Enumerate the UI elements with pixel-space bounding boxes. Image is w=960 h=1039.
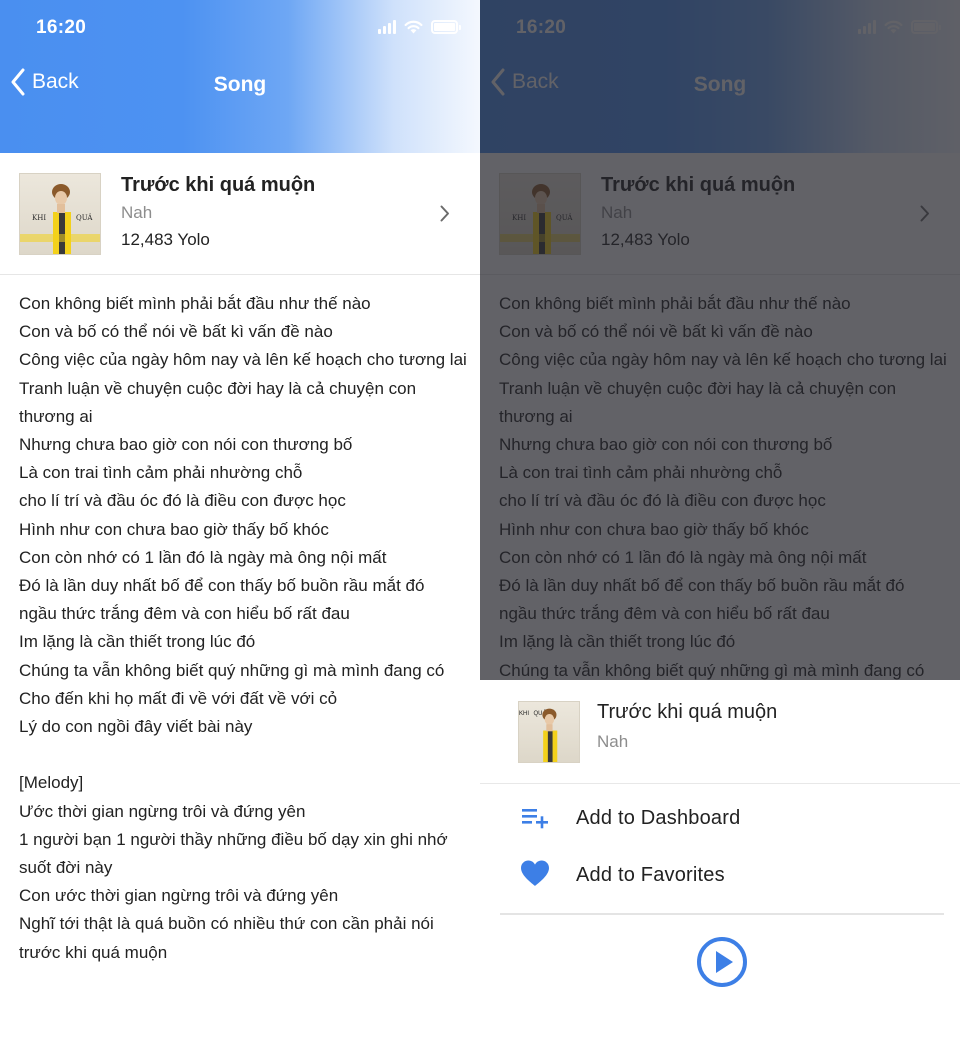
album-cover: KHI QUÁ (518, 701, 580, 763)
song-artist: Nah (121, 203, 153, 222)
play-circle-icon[interactable] (696, 936, 748, 988)
sheet-song-artist: Nah (597, 732, 629, 751)
sheet-divider (500, 913, 944, 915)
cover-text-left: KHI (519, 711, 530, 717)
cover-art-figure (542, 708, 558, 762)
playlist-add-icon (522, 809, 548, 829)
heart-icon (521, 860, 549, 886)
play-count: 12,483 Yolo (121, 230, 210, 249)
chevron-right-icon (440, 205, 449, 222)
wifi-icon (404, 20, 423, 34)
song-screen-with-sheet: 16:20 Back Song (480, 0, 960, 1039)
status-time: 16:20 (36, 17, 87, 38)
song-screen: 16:20 Back Song KHI QUÁ Trước khi quá mu… (0, 0, 480, 1039)
status-bar: 16:20 (0, 0, 480, 56)
add-to-dashboard-label: Add to Dashboard (576, 807, 741, 829)
page-title: Song (213, 73, 267, 96)
album-cover: KHI QUÁ (19, 173, 101, 255)
battery-icon (431, 20, 461, 34)
nav-bar: Back Song (0, 62, 480, 108)
add-to-favorites-button[interactable]: Add to Favorites (480, 848, 960, 904)
action-sheet: KHI QUÁ Trước khi quá muộn Nah Add to Da… (480, 680, 960, 1039)
sheet-song-title: Trước khi quá muộn (597, 701, 778, 723)
status-icons (378, 20, 461, 34)
cellular-signal-icon (378, 20, 396, 34)
song-card[interactable]: KHI QUÁ Trước khi quá muộn Nah 12,483 Yo… (0, 153, 480, 275)
song-title: Trước khi quá muộn (121, 174, 316, 196)
lyrics-text: Con không biết mình phải bắt đầu như thế… (19, 294, 467, 962)
sheet-song-header: KHI QUÁ Trước khi quá muộn Nah (480, 680, 960, 784)
cover-art-figure (52, 184, 71, 254)
dim-overlay[interactable] (480, 0, 960, 680)
cover-text-right: QUÁ (76, 214, 93, 222)
header: 16:20 Back Song (0, 0, 480, 153)
add-to-dashboard-button[interactable]: Add to Dashboard (480, 791, 960, 847)
add-to-favorites-label: Add to Favorites (576, 864, 725, 886)
cover-text-left: KHI (32, 214, 47, 222)
cover-band (20, 234, 100, 242)
